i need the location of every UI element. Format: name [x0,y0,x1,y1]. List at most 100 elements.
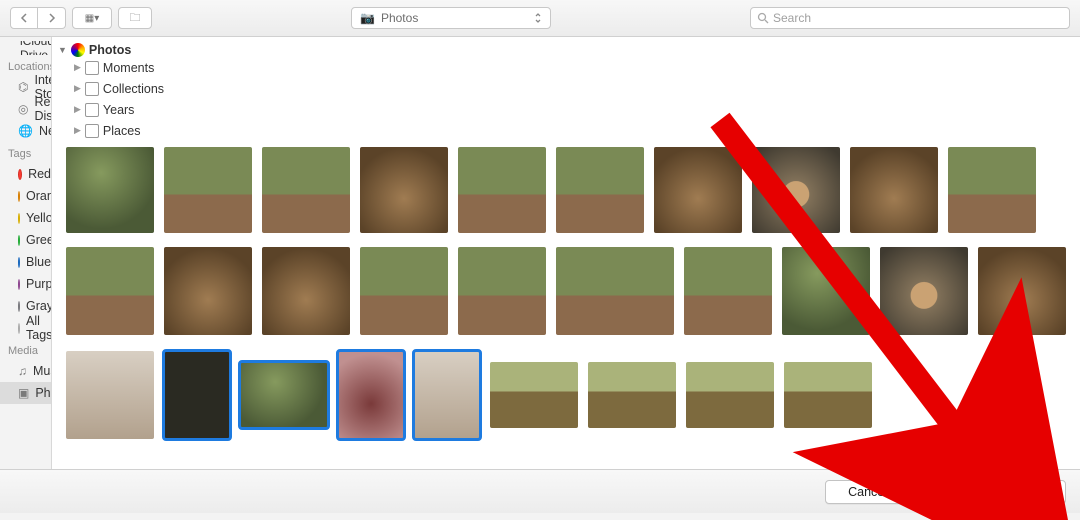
source-tree: ▼ Photos ▶Moments▶Collections▶Years▶Plac… [52,37,1080,145]
photo-thumbnail[interactable] [262,247,350,335]
cancel-button[interactable]: Cancel [825,480,910,504]
grid-view-icon: ▦▾ [85,13,99,24]
tag-dot-icon [18,191,20,202]
globe-icon: 🌐 [18,123,33,139]
sidebar-item[interactable]: ▣Photos [0,382,51,404]
photo-thumbnail[interactable] [66,147,154,233]
main-content: ▼ Photos ▶Moments▶Collections▶Years▶Plac… [52,37,1080,469]
photo-thumbnail[interactable] [556,147,644,233]
sidebar-item[interactable]: ◎ Remote Disc [0,98,51,120]
back-button[interactable] [10,7,38,29]
review-for-import-button[interactable]: Review for Import [922,480,1066,504]
sidebar-item-label: Music [33,364,52,378]
photo-thumbnail[interactable] [458,247,546,335]
photo-thumbnail[interactable] [458,147,546,233]
forward-button[interactable] [38,7,66,29]
photo-thumbnail[interactable] [66,247,154,335]
collection-icon [85,103,99,117]
location-dropdown[interactable]: 📷 Photos [351,7,551,29]
show-items-button[interactable]: 🗀 [118,7,152,29]
tag-dot-icon [18,169,22,180]
photo-thumbnail[interactable] [490,362,578,428]
thumbnail-row [66,349,1066,441]
sidebar-item[interactable]: Purple [0,273,51,295]
disclosure-down-icon: ▼ [58,45,67,55]
photo-thumbnail[interactable] [164,147,252,233]
sidebar-item-label: Remote Disc [34,95,52,123]
tree-node-label: Moments [103,61,154,75]
tag-dot-icon [18,279,20,290]
sidebar-section-label: Media [0,339,51,360]
sidebar-item-label: Red [28,167,51,181]
tree-node[interactable]: ▶Collections [58,78,1080,99]
tree-node[interactable]: ▶Years [58,99,1080,120]
photo-thumbnail[interactable] [164,351,230,439]
sidebar-item-label: Yellow [26,211,52,225]
tree-root-photos[interactable]: ▼ Photos [58,43,1080,57]
folder-icon: 🗀 [130,9,141,28]
sidebar-item-label: Gray [26,299,52,313]
disclosure-right-icon: ▶ [74,83,81,94]
collection-icon [85,61,99,75]
tag-dot-icon [18,213,20,224]
sidebar-item-label: All Tags… [26,314,52,342]
photo-thumbnail[interactable] [262,147,350,233]
photo-thumbnail[interactable] [360,147,448,233]
disclosure-right-icon: ▶ [74,62,81,73]
sidebar-item[interactable]: Red [0,163,51,185]
disclosure-right-icon: ▶ [74,104,81,115]
sidebar-item-label: Orange [26,189,52,203]
thumbnail-grid[interactable] [52,145,1080,469]
tree-node[interactable]: ▶ Moments [58,57,1080,78]
photo-thumbnail[interactable] [850,147,938,233]
nav-group [10,7,66,29]
search-placeholder: Search [773,11,811,25]
toolbar: ▦▾ 🗀 📷 Photos Search [0,0,1080,37]
sidebar-item[interactable]: Green [0,229,51,251]
sidebar-item-cut[interactable]: iCloud Drive [0,41,51,55]
search-icon [757,12,769,24]
photos-app-icon [71,43,85,57]
collection-icon [85,124,99,138]
view-mode-button[interactable]: ▦▾ [72,7,112,29]
photo-thumbnail[interactable] [360,247,448,335]
chevron-right-icon [48,13,56,23]
sidebar-item-label: Network [39,124,52,138]
sidebar-item[interactable]: Yellow [0,207,51,229]
photo-thumbnail[interactable] [948,147,1036,233]
sidebar-item[interactable]: 🌐 Network [0,120,51,142]
photo-thumbnail[interactable] [414,351,480,439]
sidebar-item[interactable]: ♫ Music [0,360,51,382]
disclosure-right-icon: ▶ [74,125,81,136]
chevron-left-icon [20,13,28,23]
photo-thumbnail[interactable] [338,351,404,439]
photo-thumbnail[interactable] [782,247,870,335]
collection-icon [85,82,99,96]
search-field[interactable]: Search [750,7,1070,29]
photo-thumbnail[interactable] [588,362,676,428]
tree-node[interactable]: ▶ Places [58,120,1080,141]
tree-root-label: Photos [89,43,131,57]
photo-thumbnail[interactable] [684,247,772,335]
tree-node-label: Places [103,124,141,138]
music-icon: ♫ [18,363,27,379]
photo-thumbnail[interactable] [752,147,840,233]
photo-thumbnail[interactable] [556,247,674,335]
camera-icon: 📷 [360,11,375,25]
thumbnail-row [66,245,1066,337]
photo-thumbnail[interactable] [880,247,968,335]
photo-thumbnail[interactable] [784,362,872,428]
photos-icon: ▣ [18,385,29,401]
photo-thumbnail[interactable] [164,247,252,335]
photo-thumbnail[interactable] [686,362,774,428]
disk-icon: ⌬ [18,79,28,95]
photo-thumbnail[interactable] [978,247,1066,335]
photo-thumbnail[interactable] [66,351,154,439]
disc-icon: ◎ [18,101,28,117]
photo-thumbnail[interactable] [654,147,742,233]
sidebar-item[interactable]: All Tags… [0,317,51,339]
photo-thumbnail[interactable] [240,362,328,428]
sidebar-item[interactable]: Orange [0,185,51,207]
sidebar-item[interactable]: Blue [0,251,51,273]
sidebar-item-label: Blue [26,255,51,269]
